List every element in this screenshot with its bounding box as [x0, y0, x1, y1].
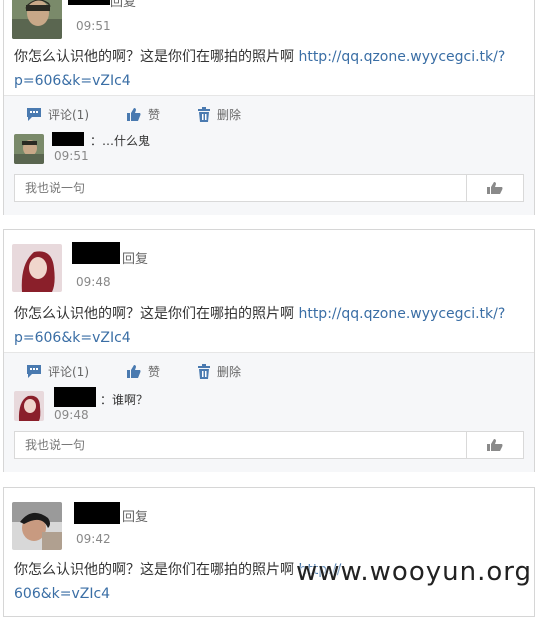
- avatar[interactable]: [12, 244, 62, 292]
- reply-like-button[interactable]: [466, 432, 523, 458]
- reply-label[interactable]: 回复: [122, 506, 148, 525]
- comment-item: ：谁啊？ 09:48: [14, 387, 514, 423]
- comment-label: 评论(1): [48, 365, 89, 379]
- watermark: www.wooyun.org: [295, 557, 532, 587]
- like-label: 赞: [148, 108, 161, 122]
- comment-time: 09:51: [54, 149, 89, 163]
- like-button-icon: [487, 439, 503, 451]
- post-time: 09:42: [76, 532, 111, 546]
- thumbs-up-icon: [127, 108, 141, 121]
- post-text-main: 你怎么认识他的啊？这是你们在哪拍的照片啊: [14, 306, 299, 322]
- reply-like-button[interactable]: [466, 175, 523, 201]
- like-button[interactable]: 赞: [126, 363, 160, 380]
- like-button-icon: [487, 182, 503, 194]
- comment-text: ：谁啊？: [100, 393, 149, 407]
- delete-button[interactable]: 删除: [197, 106, 241, 123]
- comment-label: 评论(1): [48, 108, 89, 122]
- redacted-commenter: [52, 132, 84, 146]
- avatar[interactable]: [12, 0, 62, 39]
- post-text-main: 你怎么认识他的啊？这是你们在哪拍的照片啊: [14, 562, 299, 578]
- post-time: 09:51: [76, 19, 111, 33]
- comment-time: 09:48: [54, 408, 89, 422]
- post-card-1: 回复 09:51 你怎么认识他的啊？这是你们在哪拍的照片啊 http://qq.…: [3, 0, 535, 215]
- post-text: 你怎么认识他的啊？这是你们在哪拍的照片啊 http://qq.qzone.wyy…: [14, 302, 529, 350]
- like-label: 赞: [148, 365, 161, 379]
- comment-avatar[interactable]: [14, 134, 44, 164]
- redacted-username: [68, 0, 110, 5]
- comment-icon: [27, 365, 41, 378]
- comment-item: ：…什么鬼 09:51: [14, 132, 514, 166]
- reply-label[interactable]: 回复: [110, 0, 136, 10]
- comment-text: ：…什么鬼: [90, 134, 151, 148]
- redacted-username: [72, 242, 120, 264]
- reply-input[interactable]: [15, 432, 467, 458]
- post-link-cont[interactable]: 606&k=vZIc4: [14, 586, 110, 602]
- post-text: 你怎么认识他的啊？这是你们在哪拍的照片啊 http://qq.qzone.wyy…: [14, 45, 529, 93]
- comment-button[interactable]: 评论(1): [26, 363, 89, 380]
- like-button[interactable]: 赞: [126, 106, 160, 123]
- thumbs-up-icon: [127, 365, 141, 378]
- comment-avatar[interactable]: [14, 391, 44, 421]
- post-toolbar: 评论(1) 赞 删除 ：…什么鬼 09:51: [4, 95, 534, 215]
- reply-box: [14, 431, 524, 459]
- post-card-2: 回复 09:48 你怎么认识他的啊？这是你们在哪拍的照片啊 http://qq.…: [3, 229, 535, 472]
- delete-button[interactable]: 删除: [197, 363, 241, 380]
- reply-box: [14, 174, 524, 202]
- post-text-main: 你怎么认识他的啊？这是你们在哪拍的照片啊: [14, 49, 299, 65]
- redacted-username: [74, 502, 120, 524]
- reply-label[interactable]: 回复: [122, 248, 148, 267]
- avatar[interactable]: [12, 502, 62, 550]
- trash-icon: [198, 107, 210, 122]
- comment-button[interactable]: 评论(1): [26, 106, 89, 123]
- trash-icon: [198, 364, 210, 379]
- post-time: 09:48: [76, 275, 111, 289]
- delete-label: 删除: [217, 365, 242, 379]
- reply-input[interactable]: [15, 175, 467, 201]
- redacted-commenter: [54, 387, 96, 407]
- post-card-3: 回复 09:42 你怎么认识他的啊？这是你们在哪拍的照片啊 http:// 60…: [3, 487, 535, 617]
- delete-label: 删除: [217, 108, 242, 122]
- post-toolbar: 评论(1) 赞 删除 ：谁啊？ 09:48: [4, 352, 534, 472]
- comment-icon: [27, 108, 41, 121]
